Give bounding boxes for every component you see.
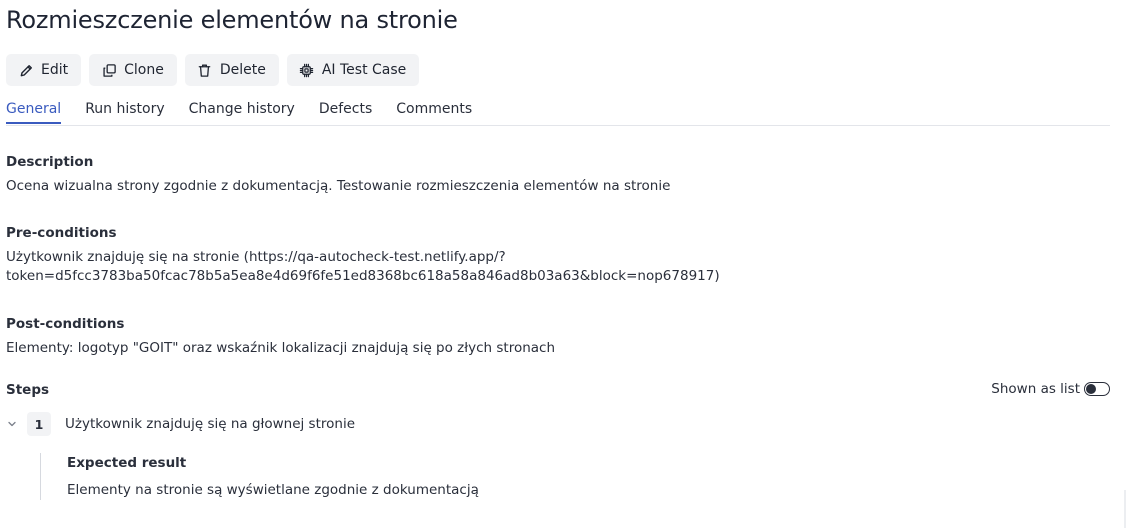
preconditions-text-line1: Użytkownik znajduję się na stronie (http… [6, 249, 506, 265]
expected-result-text: Elementy na stronie są wyświetlane zgodn… [67, 482, 479, 498]
postconditions-text: Elementy: logotyp "GOIT" oraz wskaźnik l… [6, 340, 556, 356]
shown-as-list-control: Shown as list [991, 381, 1110, 397]
trash-icon [197, 62, 213, 78]
preconditions-label: Pre-conditions [6, 225, 117, 241]
pencil-icon [18, 62, 34, 78]
clone-button-label: Clone [124, 62, 164, 78]
chip-icon [299, 62, 315, 78]
description-label: Description [6, 154, 94, 170]
clone-icon [101, 62, 117, 78]
ai-test-case-button-label: AI Test Case [321, 62, 407, 78]
tab-comments[interactable]: Comments [396, 96, 472, 124]
shown-as-list-label: Shown as list [991, 381, 1080, 397]
edit-button[interactable]: Edit [6, 54, 82, 86]
edit-button-label: Edit [41, 62, 69, 78]
toggle-knob [1086, 384, 1096, 394]
step-number: 1 [27, 412, 51, 436]
clone-button[interactable]: Clone [89, 54, 177, 86]
chevron-down-icon[interactable] [6, 418, 18, 430]
toolbar: Edit Clone Delete AI Test Case [6, 54, 420, 86]
steps-label: Steps [6, 382, 50, 398]
tab-run-history[interactable]: Run history [85, 96, 164, 124]
tab-defects[interactable]: Defects [319, 96, 372, 124]
expected-result-label: Expected result [67, 455, 187, 471]
delete-button[interactable]: Delete [184, 54, 279, 86]
tab-change-history[interactable]: Change history [189, 96, 295, 124]
tab-general[interactable]: General [6, 96, 62, 124]
delete-button-label: Delete [219, 62, 266, 78]
tab-bar: General Run history Change history Defec… [6, 96, 1110, 126]
step-text: Użytkownik znajduję się na głownej stron… [65, 416, 356, 432]
expected-result-block: Expected result Elementy na stronie są w… [40, 453, 479, 500]
step-row: 1 Użytkownik znajduję się na głownej str… [6, 412, 355, 436]
description-text: Ocena wizualna strony zgodnie z dokument… [6, 178, 671, 194]
ai-test-case-button[interactable]: AI Test Case [286, 54, 420, 86]
shown-as-list-toggle[interactable] [1084, 382, 1110, 396]
page-title: Rozmieszczenie elementów na stronie [6, 6, 458, 34]
preconditions-text-line2: token=d5fcc3783ba50fcac78b5a5ea8e4d69f6f… [6, 268, 720, 284]
postconditions-label: Post-conditions [6, 316, 125, 332]
